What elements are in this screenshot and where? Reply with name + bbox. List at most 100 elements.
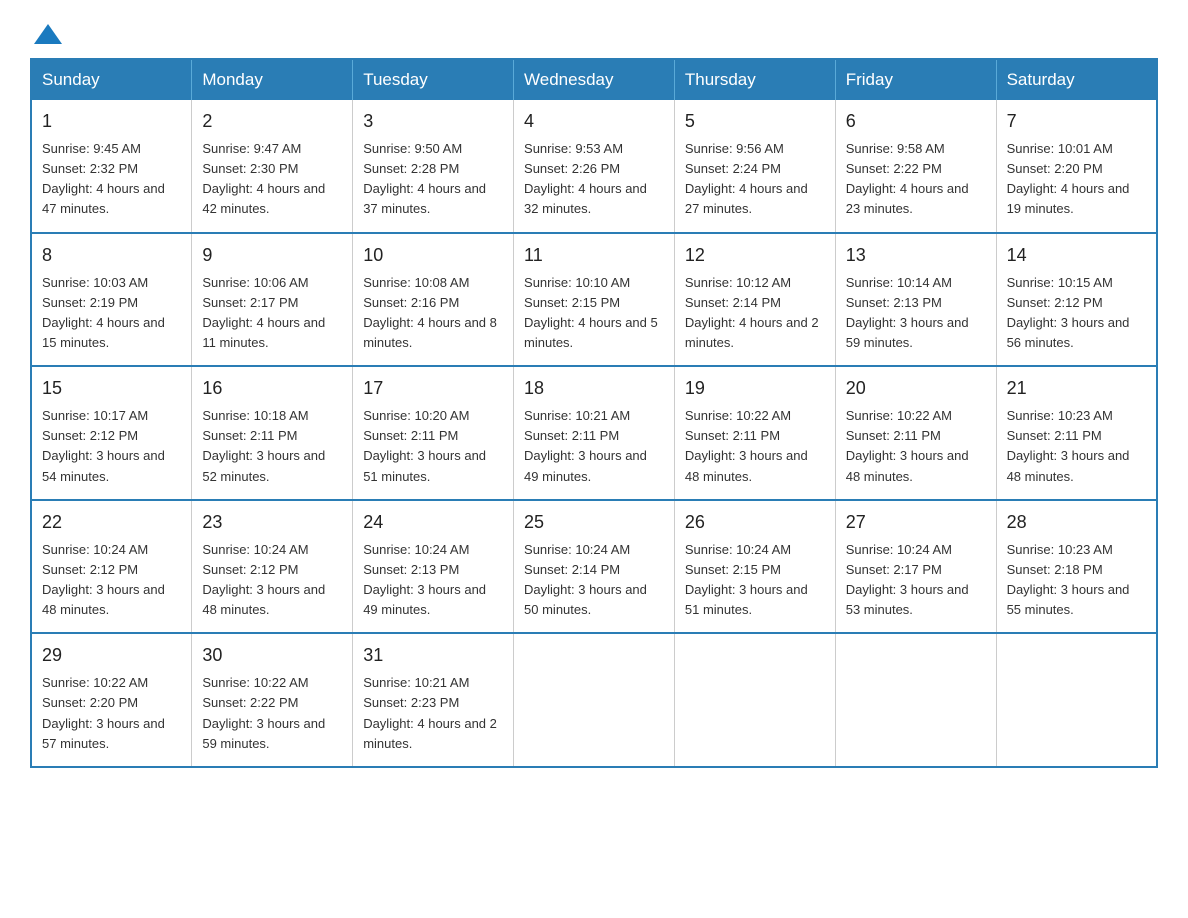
day-info: Sunrise: 10:22 AMSunset: 2:22 PMDaylight… xyxy=(202,675,325,750)
calendar-day-cell: 25 Sunrise: 10:24 AMSunset: 2:14 PMDayli… xyxy=(514,500,675,634)
day-info: Sunrise: 9:58 AMSunset: 2:22 PMDaylight:… xyxy=(846,141,969,216)
day-info: Sunrise: 10:24 AMSunset: 2:12 PMDaylight… xyxy=(42,542,165,617)
calendar-day-cell: 2 Sunrise: 9:47 AMSunset: 2:30 PMDayligh… xyxy=(192,100,353,233)
calendar-day-cell: 27 Sunrise: 10:24 AMSunset: 2:17 PMDayli… xyxy=(835,500,996,634)
day-number: 10 xyxy=(363,242,503,269)
day-number: 16 xyxy=(202,375,342,402)
day-number: 18 xyxy=(524,375,664,402)
calendar-table: SundayMondayTuesdayWednesdayThursdayFrid… xyxy=(30,58,1158,768)
day-number: 1 xyxy=(42,108,181,135)
day-info: Sunrise: 9:56 AMSunset: 2:24 PMDaylight:… xyxy=(685,141,808,216)
day-info: Sunrise: 9:45 AMSunset: 2:32 PMDaylight:… xyxy=(42,141,165,216)
calendar-day-cell: 31 Sunrise: 10:21 AMSunset: 2:23 PMDayli… xyxy=(353,633,514,767)
calendar-day-cell: 24 Sunrise: 10:24 AMSunset: 2:13 PMDayli… xyxy=(353,500,514,634)
day-info: Sunrise: 10:24 AMSunset: 2:14 PMDaylight… xyxy=(524,542,647,617)
day-number: 20 xyxy=(846,375,986,402)
day-info: Sunrise: 10:18 AMSunset: 2:11 PMDaylight… xyxy=(202,408,325,483)
day-number: 4 xyxy=(524,108,664,135)
day-number: 23 xyxy=(202,509,342,536)
day-number: 8 xyxy=(42,242,181,269)
day-number: 28 xyxy=(1007,509,1146,536)
calendar-day-cell xyxy=(835,633,996,767)
day-number: 7 xyxy=(1007,108,1146,135)
day-of-week-header: Wednesday xyxy=(514,59,675,100)
day-info: Sunrise: 10:01 AMSunset: 2:20 PMDaylight… xyxy=(1007,141,1130,216)
calendar-header-row: SundayMondayTuesdayWednesdayThursdayFrid… xyxy=(31,59,1157,100)
day-number: 27 xyxy=(846,509,986,536)
day-info: Sunrise: 10:24 AMSunset: 2:15 PMDaylight… xyxy=(685,542,808,617)
day-of-week-header: Monday xyxy=(192,59,353,100)
day-of-week-header: Sunday xyxy=(31,59,192,100)
day-info: Sunrise: 10:14 AMSunset: 2:13 PMDaylight… xyxy=(846,275,969,350)
calendar-day-cell: 23 Sunrise: 10:24 AMSunset: 2:12 PMDayli… xyxy=(192,500,353,634)
day-of-week-header: Saturday xyxy=(996,59,1157,100)
calendar-week-row: 29 Sunrise: 10:22 AMSunset: 2:20 PMDayli… xyxy=(31,633,1157,767)
day-info: Sunrise: 9:53 AMSunset: 2:26 PMDaylight:… xyxy=(524,141,647,216)
day-number: 11 xyxy=(524,242,664,269)
day-info: Sunrise: 10:03 AMSunset: 2:19 PMDaylight… xyxy=(42,275,165,350)
calendar-day-cell xyxy=(514,633,675,767)
day-info: Sunrise: 10:21 AMSunset: 2:23 PMDaylight… xyxy=(363,675,497,750)
page-header xyxy=(30,20,1158,40)
day-number: 14 xyxy=(1007,242,1146,269)
calendar-week-row: 8 Sunrise: 10:03 AMSunset: 2:19 PMDaylig… xyxy=(31,233,1157,367)
logo-triangle-icon xyxy=(34,24,62,44)
day-info: Sunrise: 10:23 AMSunset: 2:11 PMDaylight… xyxy=(1007,408,1130,483)
calendar-day-cell: 18 Sunrise: 10:21 AMSunset: 2:11 PMDayli… xyxy=(514,366,675,500)
calendar-week-row: 22 Sunrise: 10:24 AMSunset: 2:12 PMDayli… xyxy=(31,500,1157,634)
calendar-day-cell: 28 Sunrise: 10:23 AMSunset: 2:18 PMDayli… xyxy=(996,500,1157,634)
day-info: Sunrise: 10:20 AMSunset: 2:11 PMDaylight… xyxy=(363,408,486,483)
day-info: Sunrise: 10:24 AMSunset: 2:17 PMDaylight… xyxy=(846,542,969,617)
day-number: 25 xyxy=(524,509,664,536)
calendar-day-cell: 15 Sunrise: 10:17 AMSunset: 2:12 PMDayli… xyxy=(31,366,192,500)
calendar-day-cell: 22 Sunrise: 10:24 AMSunset: 2:12 PMDayli… xyxy=(31,500,192,634)
day-info: Sunrise: 10:24 AMSunset: 2:13 PMDaylight… xyxy=(363,542,486,617)
day-number: 15 xyxy=(42,375,181,402)
day-number: 29 xyxy=(42,642,181,669)
calendar-day-cell xyxy=(996,633,1157,767)
calendar-week-row: 15 Sunrise: 10:17 AMSunset: 2:12 PMDayli… xyxy=(31,366,1157,500)
day-number: 21 xyxy=(1007,375,1146,402)
day-number: 6 xyxy=(846,108,986,135)
day-number: 9 xyxy=(202,242,342,269)
calendar-day-cell: 20 Sunrise: 10:22 AMSunset: 2:11 PMDayli… xyxy=(835,366,996,500)
day-info: Sunrise: 10:08 AMSunset: 2:16 PMDaylight… xyxy=(363,275,497,350)
day-of-week-header: Tuesday xyxy=(353,59,514,100)
calendar-day-cell: 16 Sunrise: 10:18 AMSunset: 2:11 PMDayli… xyxy=(192,366,353,500)
day-number: 30 xyxy=(202,642,342,669)
day-number: 22 xyxy=(42,509,181,536)
calendar-day-cell: 10 Sunrise: 10:08 AMSunset: 2:16 PMDayli… xyxy=(353,233,514,367)
day-of-week-header: Thursday xyxy=(674,59,835,100)
day-info: Sunrise: 9:50 AMSunset: 2:28 PMDaylight:… xyxy=(363,141,486,216)
calendar-day-cell: 30 Sunrise: 10:22 AMSunset: 2:22 PMDayli… xyxy=(192,633,353,767)
day-number: 17 xyxy=(363,375,503,402)
calendar-day-cell: 7 Sunrise: 10:01 AMSunset: 2:20 PMDaylig… xyxy=(996,100,1157,233)
day-number: 19 xyxy=(685,375,825,402)
calendar-day-cell: 26 Sunrise: 10:24 AMSunset: 2:15 PMDayli… xyxy=(674,500,835,634)
day-info: Sunrise: 10:06 AMSunset: 2:17 PMDaylight… xyxy=(202,275,325,350)
calendar-day-cell xyxy=(674,633,835,767)
calendar-day-cell: 9 Sunrise: 10:06 AMSunset: 2:17 PMDaylig… xyxy=(192,233,353,367)
day-number: 31 xyxy=(363,642,503,669)
day-of-week-header: Friday xyxy=(835,59,996,100)
day-number: 24 xyxy=(363,509,503,536)
day-number: 26 xyxy=(685,509,825,536)
day-info: Sunrise: 10:21 AMSunset: 2:11 PMDaylight… xyxy=(524,408,647,483)
calendar-day-cell: 3 Sunrise: 9:50 AMSunset: 2:28 PMDayligh… xyxy=(353,100,514,233)
day-info: Sunrise: 10:12 AMSunset: 2:14 PMDaylight… xyxy=(685,275,819,350)
calendar-day-cell: 8 Sunrise: 10:03 AMSunset: 2:19 PMDaylig… xyxy=(31,233,192,367)
calendar-day-cell: 4 Sunrise: 9:53 AMSunset: 2:26 PMDayligh… xyxy=(514,100,675,233)
day-number: 13 xyxy=(846,242,986,269)
day-info: Sunrise: 10:15 AMSunset: 2:12 PMDaylight… xyxy=(1007,275,1130,350)
calendar-day-cell: 12 Sunrise: 10:12 AMSunset: 2:14 PMDayli… xyxy=(674,233,835,367)
day-info: Sunrise: 10:22 AMSunset: 2:11 PMDaylight… xyxy=(685,408,808,483)
calendar-week-row: 1 Sunrise: 9:45 AMSunset: 2:32 PMDayligh… xyxy=(31,100,1157,233)
day-number: 2 xyxy=(202,108,342,135)
calendar-day-cell: 1 Sunrise: 9:45 AMSunset: 2:32 PMDayligh… xyxy=(31,100,192,233)
calendar-day-cell: 19 Sunrise: 10:22 AMSunset: 2:11 PMDayli… xyxy=(674,366,835,500)
day-number: 12 xyxy=(685,242,825,269)
calendar-day-cell: 5 Sunrise: 9:56 AMSunset: 2:24 PMDayligh… xyxy=(674,100,835,233)
day-info: Sunrise: 10:22 AMSunset: 2:20 PMDaylight… xyxy=(42,675,165,750)
day-info: Sunrise: 10:17 AMSunset: 2:12 PMDaylight… xyxy=(42,408,165,483)
calendar-day-cell: 6 Sunrise: 9:58 AMSunset: 2:22 PMDayligh… xyxy=(835,100,996,233)
